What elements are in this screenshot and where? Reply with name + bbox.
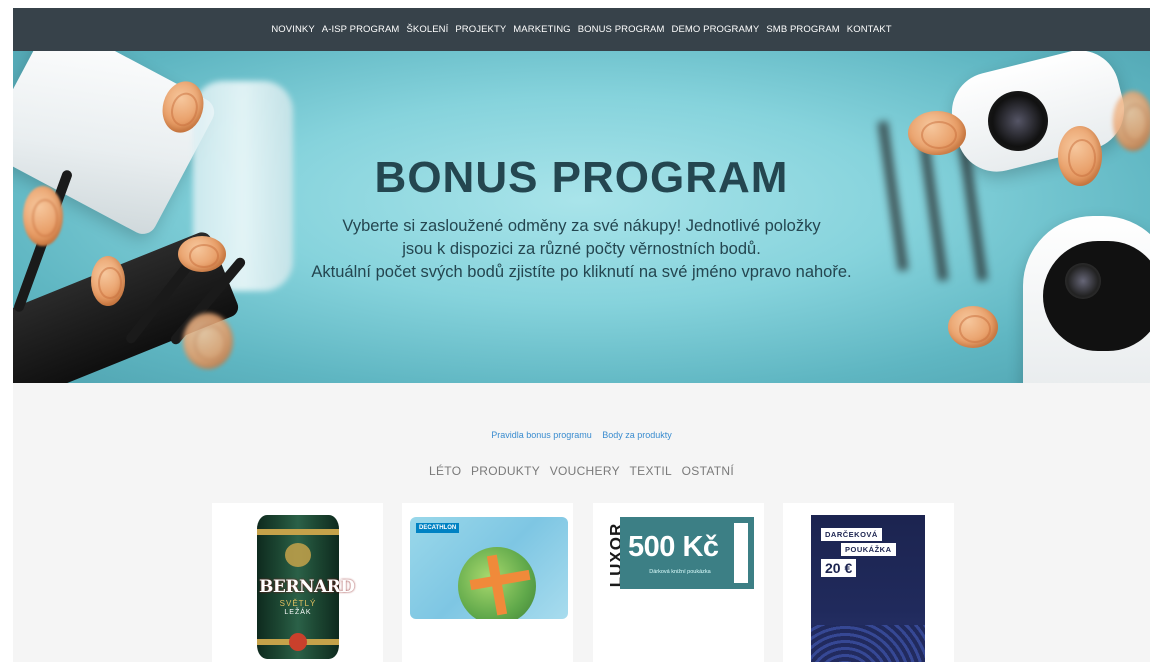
keg-crest xyxy=(285,543,311,567)
nav-projekty[interactable]: PROJEKTY xyxy=(455,24,506,35)
product-card-keg[interactable]: BERNARD SVĚTLÝ LEŽÁK xyxy=(212,503,383,662)
coin-icon xyxy=(948,306,998,348)
category-ostatni[interactable]: OSTATNÍ xyxy=(682,464,734,478)
hero-description: Vyberte si zasloužené odměny za své náku… xyxy=(13,215,1150,284)
beer-keg-image: BERNARD SVĚTLÝ LEŽÁK xyxy=(257,515,355,659)
nav-skoleni[interactable]: ŠKOLENÍ xyxy=(406,24,448,35)
category-produkty[interactable]: PRODUKTY xyxy=(471,464,540,478)
category-vouchery[interactable]: VOUCHERY xyxy=(550,464,620,478)
darcekova-voucher-image: DARČEKOVÁ POUKÁŽKA 20 € xyxy=(811,515,925,662)
keg-sub1: SVĚTLÝ xyxy=(279,599,317,608)
page-frame: NOVINKY A-ISP PROGRAM ŠKOLENÍ PROJEKTY M… xyxy=(13,8,1150,662)
hero-banner: BONUS PROGRAM Vyberte si zasloužené odmě… xyxy=(13,51,1150,383)
hero-line-2: jsou k dispozici za různé počty věrnostn… xyxy=(402,240,761,258)
hero-line-3: Aktuální počet svých bodů zjistíte po kl… xyxy=(311,263,852,281)
decathlon-giftcard-image: DECATHLON xyxy=(410,517,568,619)
camera-lens xyxy=(988,91,1048,151)
luxor-subtitle: Dárková knižní poukázka xyxy=(649,569,711,575)
luxor-voucher-image: LUXOR 500 Kč Dárková knižní poukázka xyxy=(600,517,758,589)
link-body-za-produkty[interactable]: Body za produkty xyxy=(602,430,672,440)
category-textil[interactable]: TEXTIL xyxy=(630,464,672,478)
darcekova-line2: POUKÁŽKA xyxy=(841,543,896,556)
nav-a-isp-program[interactable]: A-ISP PROGRAM xyxy=(322,24,400,35)
product-card-decathlon[interactable]: DECATHLON xyxy=(402,503,573,662)
darcekova-pattern xyxy=(811,625,925,662)
luxor-strip xyxy=(734,523,748,583)
nav-demo-programy[interactable]: DEMO PROGRAMY xyxy=(672,24,760,35)
product-card-luxor[interactable]: LUXOR 500 Kč Dárková knižní poukázka xyxy=(593,503,764,662)
nav-smb-program[interactable]: SMB PROGRAM xyxy=(766,24,839,35)
coin-icon xyxy=(1113,91,1150,151)
darcekova-line1: DARČEKOVÁ xyxy=(821,528,882,541)
nav-kontakt[interactable]: KONTAKT xyxy=(847,24,892,35)
link-pravidla[interactable]: Pravidla bonus programu xyxy=(491,430,592,440)
luxor-voucher-box: 500 Kč Dárková knižní poukázka xyxy=(620,517,754,589)
decathlon-logo: DECATHLON xyxy=(416,523,460,533)
keg-brand: BERNARD xyxy=(259,577,355,597)
keg-emblem xyxy=(289,633,307,651)
keg-band xyxy=(257,529,339,535)
nav-novinky[interactable]: NOVINKY xyxy=(271,24,314,35)
product-card-darcekova[interactable]: DARČEKOVÁ POUKÁŽKA 20 € xyxy=(783,503,954,662)
keg-sub2: LEŽÁK xyxy=(284,609,312,616)
hero-line-1: Vyberte si zasloužené odměny za své náku… xyxy=(342,217,821,235)
hero-title: BONUS PROGRAM xyxy=(374,153,789,202)
category-filter: LÉTO PRODUKTY VOUCHERY TEXTIL OSTATNÍ xyxy=(13,464,1150,478)
top-navigation: NOVINKY A-ISP PROGRAM ŠKOLENÍ PROJEKTY M… xyxy=(13,8,1150,51)
nav-bonus-program[interactable]: BONUS PROGRAM xyxy=(578,24,665,35)
coin-icon xyxy=(183,313,233,369)
darcekova-amount: 20 € xyxy=(821,559,857,577)
category-leto[interactable]: LÉTO xyxy=(429,464,461,478)
luxor-amount: 500 Kč xyxy=(628,531,719,563)
coin-icon xyxy=(908,111,966,155)
nav-marketing[interactable]: MARKETING xyxy=(513,24,570,35)
program-links: Pravidla bonus programu Body za produkty xyxy=(13,430,1150,440)
